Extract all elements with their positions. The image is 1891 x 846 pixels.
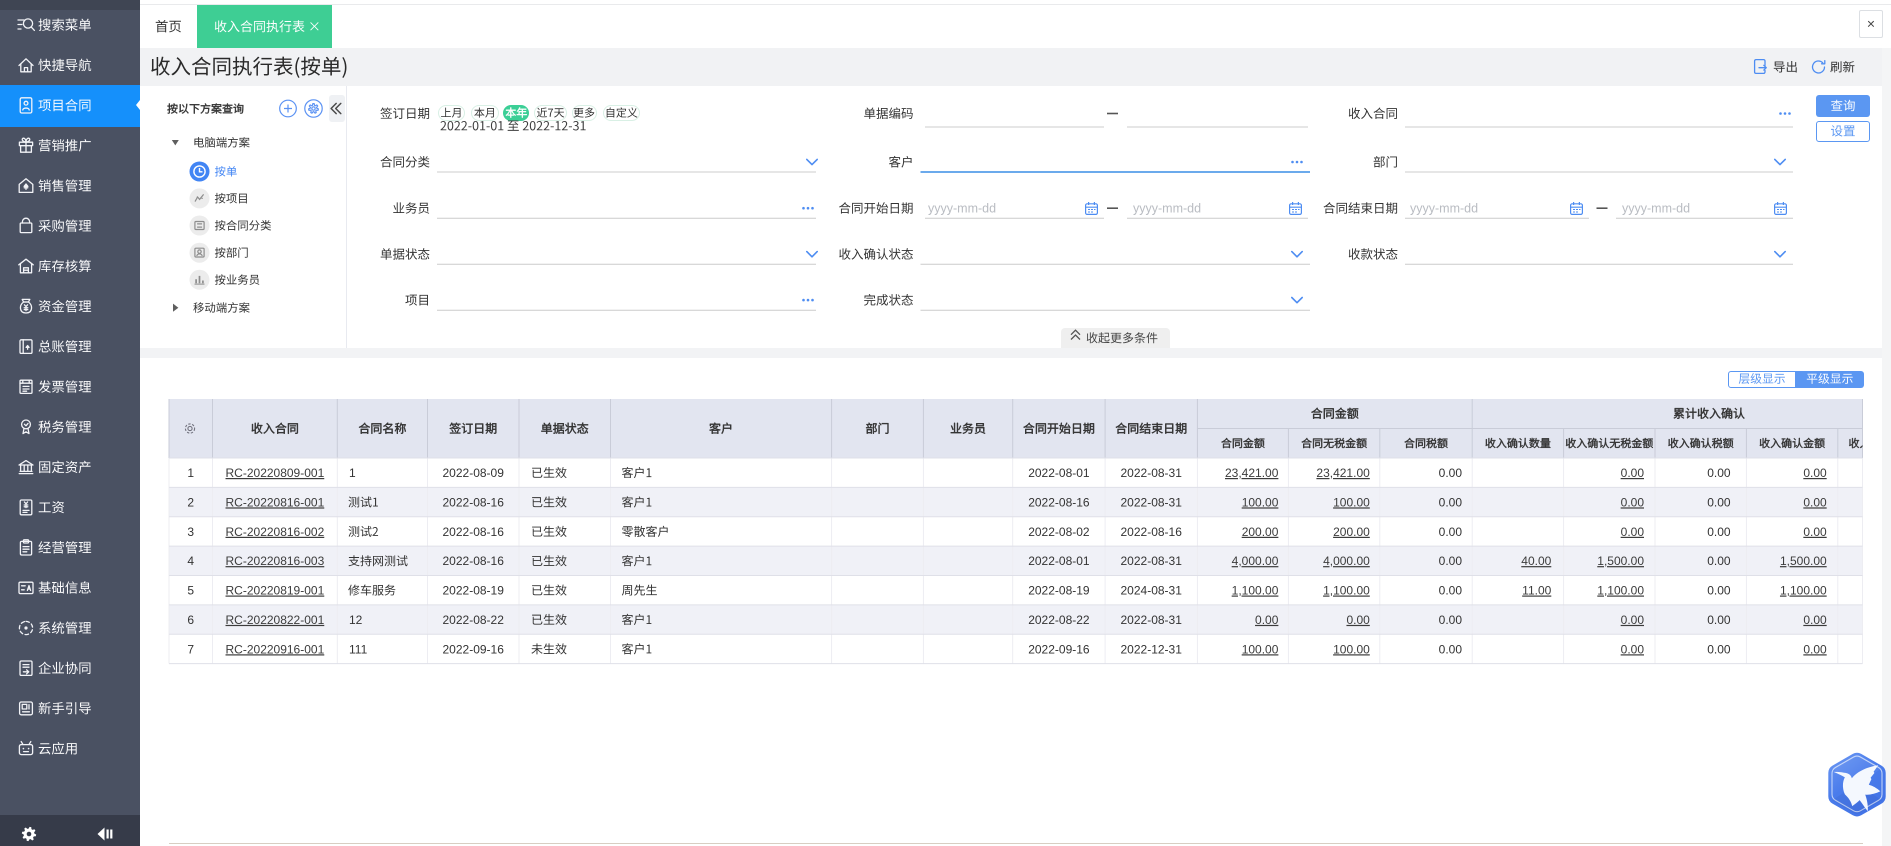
- svg-text:23,421.00: 23,421.00: [1225, 466, 1279, 480]
- svg-text:23,421.00: 23,421.00: [1316, 466, 1370, 480]
- svg-text:2022-08-31: 2022-08-31: [1121, 466, 1183, 480]
- svg-text:1,500.00: 1,500.00: [1780, 554, 1827, 568]
- svg-text:0.00: 0.00: [1439, 642, 1463, 656]
- svg-text:RC-20220916-001: RC-20220916-001: [226, 642, 325, 656]
- svg-text:0.00: 0.00: [1439, 495, 1463, 509]
- svg-text:yyyy-mm-dd: yyyy-mm-dd: [1410, 202, 1478, 216]
- svg-text:4: 4: [187, 554, 194, 568]
- svg-text:yyyy-mm-dd: yyyy-mm-dd: [928, 202, 996, 216]
- svg-text:2022-08-31: 2022-08-31: [1121, 613, 1183, 627]
- svg-text:2022-08-16: 2022-08-16: [443, 554, 505, 568]
- svg-text:0.00: 0.00: [1621, 642, 1645, 656]
- svg-text:2022-08-22: 2022-08-22: [1028, 613, 1090, 627]
- svg-text:RC-20220809-001: RC-20220809-001: [226, 466, 325, 480]
- svg-text:2022-08-16: 2022-08-16: [443, 495, 505, 509]
- svg-text:0.00: 0.00: [1803, 525, 1827, 539]
- svg-text:12: 12: [349, 613, 363, 627]
- svg-text:RC-20220816-003: RC-20220816-003: [226, 554, 325, 568]
- svg-text:0.00: 0.00: [1803, 466, 1827, 480]
- svg-text:2022-08-22: 2022-08-22: [443, 613, 505, 627]
- svg-text:40.00: 40.00: [1521, 554, 1551, 568]
- svg-text:4,000.00: 4,000.00: [1323, 554, 1370, 568]
- svg-text:2022-08-19: 2022-08-19: [1028, 584, 1090, 598]
- svg-text:1,100.00: 1,100.00: [1780, 584, 1827, 598]
- svg-text:2022-08-16: 2022-08-16: [1121, 525, 1183, 539]
- svg-text:1,500.00: 1,500.00: [1597, 554, 1644, 568]
- svg-text:1,100.00: 1,100.00: [1597, 584, 1644, 598]
- svg-text:2022-08-16: 2022-08-16: [443, 525, 505, 539]
- svg-text:0.00: 0.00: [1346, 613, 1370, 627]
- svg-text:yyyy-mm-dd: yyyy-mm-dd: [1133, 202, 1201, 216]
- svg-text:2022-08-19: 2022-08-19: [443, 584, 505, 598]
- svg-text:0.00: 0.00: [1439, 525, 1463, 539]
- svg-text:200.00: 200.00: [1333, 525, 1370, 539]
- svg-text:0.00: 0.00: [1707, 495, 1731, 509]
- svg-text:100.00: 100.00: [1333, 642, 1370, 656]
- svg-text:RC-20220816-002: RC-20220816-002: [226, 525, 325, 539]
- svg-text:4,000.00: 4,000.00: [1232, 554, 1279, 568]
- svg-text:5: 5: [187, 584, 194, 598]
- svg-text:0.00: 0.00: [1439, 613, 1463, 627]
- svg-text:2022-09-16: 2022-09-16: [443, 642, 505, 656]
- svg-text:0.00: 0.00: [1707, 525, 1731, 539]
- svg-text:0.00: 0.00: [1707, 642, 1731, 656]
- svg-text:0.00: 0.00: [1439, 554, 1463, 568]
- svg-text:0.00: 0.00: [1621, 525, 1645, 539]
- svg-text:11.00: 11.00: [1522, 584, 1551, 598]
- svg-text:×: ×: [1867, 15, 1875, 31]
- svg-text:3: 3: [187, 525, 194, 539]
- svg-text:7: 7: [187, 642, 194, 656]
- svg-text:1,100.00: 1,100.00: [1232, 584, 1279, 598]
- svg-text:0.00: 0.00: [1803, 495, 1827, 509]
- svg-text:100.00: 100.00: [1242, 642, 1279, 656]
- svg-text:100.00: 100.00: [1242, 495, 1279, 509]
- svg-text:1,100.00: 1,100.00: [1323, 584, 1370, 598]
- svg-text:0.00: 0.00: [1707, 466, 1731, 480]
- svg-text:0.00: 0.00: [1255, 613, 1279, 627]
- svg-text:0.00: 0.00: [1803, 613, 1827, 627]
- svg-text:RC-20220819-001: RC-20220819-001: [226, 584, 325, 598]
- svg-text:2022-08-01: 2022-08-01: [1028, 554, 1090, 568]
- svg-text:2022-08-02: 2022-08-02: [1028, 525, 1090, 539]
- svg-text:0.00: 0.00: [1439, 466, 1463, 480]
- svg-text:2022-08-01: 2022-08-01: [1028, 466, 1090, 480]
- svg-text:100.00: 100.00: [1333, 495, 1370, 509]
- svg-text:2022-08-09: 2022-08-09: [443, 466, 505, 480]
- svg-text:2: 2: [187, 495, 194, 509]
- svg-text:0.00: 0.00: [1803, 642, 1827, 656]
- svg-text:RC-20220816-001: RC-20220816-001: [226, 495, 325, 509]
- svg-text:yyyy-mm-dd: yyyy-mm-dd: [1622, 202, 1690, 216]
- svg-text:2022-08-31: 2022-08-31: [1121, 495, 1183, 509]
- svg-text:2022-08-31: 2022-08-31: [1121, 554, 1183, 568]
- svg-text:1: 1: [187, 466, 194, 480]
- svg-text:0.00: 0.00: [1707, 613, 1731, 627]
- svg-text:2024-08-31: 2024-08-31: [1121, 584, 1183, 598]
- svg-text:RC-20220822-001: RC-20220822-001: [226, 613, 325, 627]
- svg-text:0.00: 0.00: [1621, 495, 1645, 509]
- svg-text:0.00: 0.00: [1621, 466, 1645, 480]
- svg-text:0.00: 0.00: [1621, 613, 1645, 627]
- svg-text:111: 111: [349, 642, 368, 656]
- svg-text:6: 6: [187, 613, 194, 627]
- svg-text:0.00: 0.00: [1439, 584, 1463, 598]
- svg-text:2022-08-16: 2022-08-16: [1028, 495, 1090, 509]
- svg-text:2022-12-31: 2022-12-31: [1121, 642, 1183, 656]
- svg-text:200.00: 200.00: [1242, 525, 1279, 539]
- svg-text:1: 1: [349, 466, 356, 480]
- svg-text:0.00: 0.00: [1707, 584, 1731, 598]
- svg-text:2022-09-16: 2022-09-16: [1028, 642, 1090, 656]
- svg-text:0.00: 0.00: [1707, 554, 1731, 568]
